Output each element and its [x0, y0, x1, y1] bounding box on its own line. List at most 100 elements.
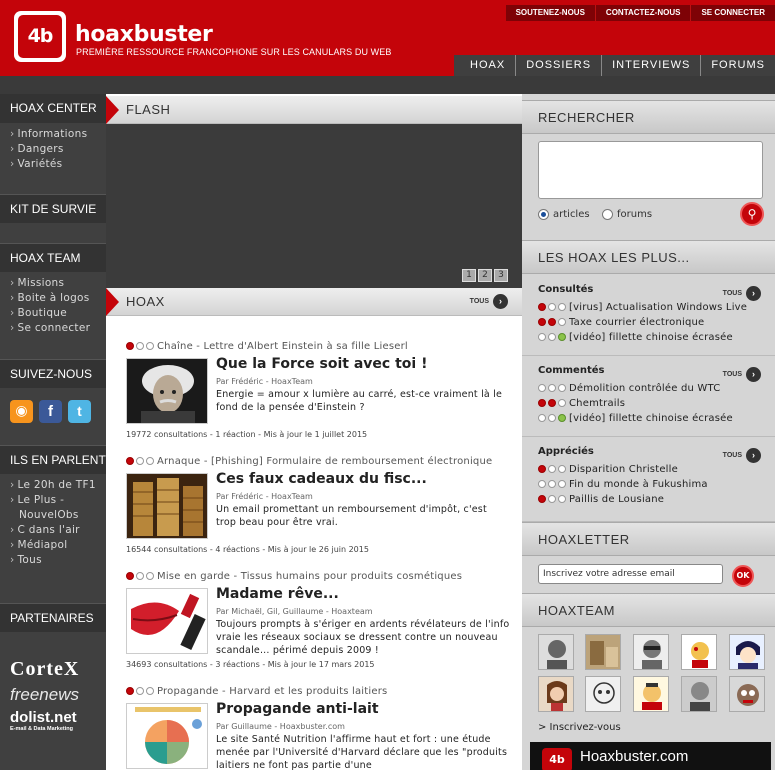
- cortex-logo[interactable]: CorteX: [10, 658, 106, 681]
- popular-item[interactable]: Paillis de Lousiane: [538, 492, 775, 507]
- popular-item[interactable]: [virus] Actualisation Windows Live: [538, 300, 775, 315]
- popular-item[interactable]: Fin du monde à Fukushima: [538, 477, 775, 492]
- section-title: SUIVEZ-NOUS: [0, 359, 106, 388]
- arrow-right-icon: [106, 288, 119, 316]
- popular-item[interactable]: Disparition Christelle: [538, 462, 775, 477]
- signup-link[interactable]: > Inscrivez-vous: [538, 722, 621, 733]
- rating-dots: [126, 572, 154, 580]
- popular-header: LES HOAX LES PLUS...: [522, 240, 775, 274]
- flash-slider[interactable]: 1 2 3: [106, 124, 522, 288]
- article-category[interactable]: Propagande - Harvard et les produits lai…: [157, 686, 387, 697]
- article-category-line: Arnaque - [Phishing] Formulaire de rembo…: [126, 455, 510, 469]
- facebook-icon[interactable]: f: [39, 400, 62, 423]
- tous-label: TOUS: [469, 298, 489, 305]
- radio-forums[interactable]: forums: [602, 209, 652, 220]
- nav-hoax[interactable]: HOAX: [454, 55, 515, 76]
- sidebar-item-logos[interactable]: › Boite à logos: [10, 291, 106, 306]
- radio-articles[interactable]: articles: [538, 209, 590, 220]
- arrow-right-icon: ›: [746, 286, 761, 301]
- logo[interactable]: 4b: [14, 11, 66, 62]
- rss-icon[interactable]: ◉: [10, 400, 33, 423]
- lipstick-thumbnail[interactable]: [126, 588, 208, 654]
- section-title[interactable]: KIT DE SURVIE: [0, 194, 106, 223]
- article-card: Propagande - Harvard et les produits lai…: [126, 685, 510, 770]
- article-title[interactable]: Ces faux cadeaux du fisc...: [216, 471, 427, 487]
- chevron-right-icon: ›: [10, 479, 15, 491]
- chevron-right-icon: ›: [10, 554, 15, 566]
- sidebar-item-informations[interactable]: › Informations: [10, 127, 106, 142]
- search-button[interactable]: ⚲: [740, 202, 764, 226]
- article-category[interactable]: Chaîne - Lettre d'Albert Einstein à sa f…: [157, 341, 408, 352]
- team-avatar[interactable]: [538, 676, 574, 712]
- chevron-right-icon: ›: [10, 143, 15, 155]
- login-link[interactable]: SE CONNECTER: [690, 5, 775, 21]
- sidebar-item-label: Informations: [17, 128, 88, 140]
- team-avatar[interactable]: [538, 634, 574, 670]
- main-nav: HOAX DOSSIERS INTERVIEWS FORUMS: [454, 55, 775, 76]
- article-card: Arnaque - [Phishing] Formulaire de rembo…: [126, 455, 510, 559]
- popular-item[interactable]: Chemtrails: [538, 396, 775, 411]
- article-category[interactable]: Mise en garde - Tissus humains pour prod…: [157, 571, 462, 582]
- most-liked-section: Appréciés TOUS › Disparition Christelle F…: [522, 442, 775, 522]
- logo-mark: 4b: [18, 15, 62, 58]
- popular-item[interactable]: [vidéo] fillette chinoise écrasée: [538, 330, 775, 345]
- chevron-right-icon: ›: [10, 307, 15, 319]
- newsletter-ok-button[interactable]: OK: [732, 565, 754, 587]
- contact-link[interactable]: CONTACTEZ-NOUS: [594, 5, 691, 21]
- dolist-logo[interactable]: dolist.net: [10, 709, 106, 726]
- team-avatar[interactable]: [729, 634, 765, 670]
- team-avatar[interactable]: [585, 676, 621, 712]
- nav-forums[interactable]: FORUMS: [700, 55, 775, 76]
- dolist-tagline: E-mail & Data Marketing: [10, 726, 73, 732]
- sidebar-item-label: Missions: [17, 277, 65, 289]
- all-hoax-link[interactable]: TOUS ›: [470, 294, 508, 309]
- team-avatar[interactable]: [729, 676, 765, 712]
- all-liked-link[interactable]: TOUS ›: [723, 448, 761, 463]
- article-category[interactable]: Arnaque - [Phishing] Formulaire de rembo…: [157, 456, 492, 467]
- slide-page-2[interactable]: 2: [478, 269, 492, 282]
- slide-page-3[interactable]: 3: [494, 269, 508, 282]
- sidebar-item-boutique[interactable]: › Boutique: [10, 306, 106, 321]
- popular-item[interactable]: Taxe courrier électronique: [538, 315, 775, 330]
- sidebar-item-mediapol[interactable]: › Médiapol: [10, 538, 106, 553]
- newsletter-email-input[interactable]: Inscrivez votre adresse email: [538, 564, 723, 584]
- coins-thumbnail[interactable]: [126, 473, 208, 539]
- site-name[interactable]: hoaxbuster: [75, 22, 213, 47]
- team-avatar[interactable]: [633, 634, 669, 670]
- radio-label: articles: [553, 209, 590, 220]
- hoaxbuster-promo-banner[interactable]: 4b Hoaxbuster.com: [530, 742, 771, 770]
- article-title[interactable]: Madame rêve...: [216, 586, 339, 602]
- freenews-logo[interactable]: freenews: [10, 685, 106, 705]
- search-input[interactable]: [538, 141, 763, 199]
- nav-interviews[interactable]: INTERVIEWS: [601, 55, 700, 76]
- article-title[interactable]: Propagande anti-lait: [216, 701, 379, 717]
- team-avatar[interactable]: [681, 676, 717, 712]
- sidebar-item-login[interactable]: › Se connecter: [10, 321, 106, 336]
- sidebar-item-missions[interactable]: › Missions: [10, 276, 106, 291]
- rating-dots: [126, 342, 154, 350]
- sidebar-item-nouvelobs[interactable]: › Le Plus - NouvelObs: [10, 493, 106, 523]
- einstein-thumbnail[interactable]: [126, 358, 208, 424]
- team-avatar[interactable]: [585, 634, 621, 670]
- nutrition-plate-thumbnail[interactable]: [126, 703, 208, 769]
- article-title[interactable]: Que la Force soit avec toi !: [216, 356, 427, 372]
- all-viewed-link[interactable]: TOUS ›: [723, 286, 761, 301]
- sidebar-item-dangers[interactable]: › Dangers: [10, 142, 106, 157]
- slide-page-1[interactable]: 1: [462, 269, 476, 282]
- sidebar-item-tous[interactable]: › Tous: [10, 553, 106, 568]
- team-avatar[interactable]: [633, 676, 669, 712]
- sidebar-item-cdanslair[interactable]: › C dans l'air: [10, 523, 106, 538]
- team-avatar[interactable]: [681, 634, 717, 670]
- popular-item[interactable]: [vidéo] fillette chinoise écrasée: [538, 411, 775, 426]
- nav-dossiers[interactable]: DOSSIERS: [515, 55, 601, 76]
- rating-dots: [538, 399, 566, 407]
- support-link[interactable]: SOUTENEZ-NOUS: [506, 5, 595, 21]
- sidebar-item-label: Le Plus - NouvelObs: [17, 494, 79, 521]
- twitter-icon[interactable]: t: [68, 400, 91, 423]
- popular-item[interactable]: Démolition contrôlée du WTC: [538, 381, 775, 396]
- tous-label: TOUS: [722, 371, 742, 378]
- sidebar-item-tf1[interactable]: › Le 20h de TF1: [10, 478, 106, 493]
- popular-item-label: Fin du monde à Fukushima: [569, 479, 708, 490]
- all-commented-link[interactable]: TOUS ›: [723, 367, 761, 382]
- sidebar-item-varietes[interactable]: › Variétés: [10, 157, 106, 172]
